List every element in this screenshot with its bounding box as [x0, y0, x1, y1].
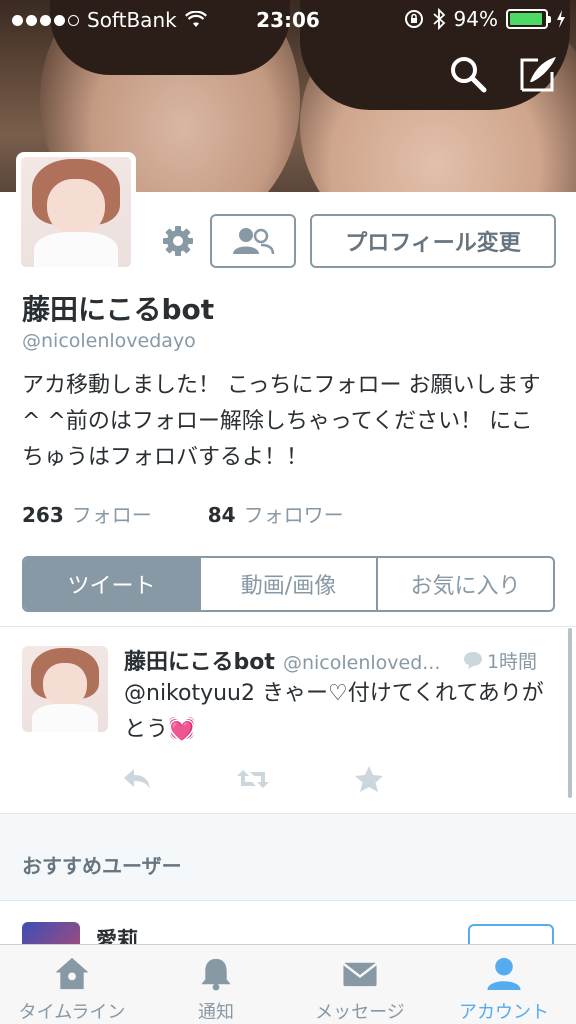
charging-icon	[557, 10, 565, 28]
profile-handle: @nicolenlovedayo	[22, 330, 196, 352]
lists-button[interactable]	[210, 214, 296, 268]
recommended-users-section: おすすめユーザー	[0, 814, 576, 900]
rotation-lock-icon	[404, 10, 423, 28]
retweet-icon[interactable]	[236, 764, 270, 794]
tab-bar-account[interactable]: アカウント	[432, 945, 576, 1024]
avatar-face	[47, 179, 105, 237]
conversation-icon	[463, 652, 482, 669]
battery-icon	[506, 9, 551, 29]
follow-button[interactable]	[468, 924, 554, 946]
envelope-icon	[342, 962, 378, 987]
tweet-author-handle: @nicolenloved...	[282, 652, 441, 674]
edit-profile-button[interactable]: プロフィール変更	[310, 214, 556, 268]
recommended-user-row[interactable]: 愛莉	[0, 900, 576, 946]
tab-media[interactable]: 動画/画像	[201, 558, 378, 610]
followers-label: フォロワー	[243, 503, 344, 527]
avatar-body	[34, 231, 118, 267]
bluetooth-icon	[432, 8, 445, 30]
tweet-text: @nikotyuu2 きゃー♡付けてくれてありがとう💓	[124, 676, 554, 748]
tweet-item[interactable]: 藤田にこるbot @nicolenloved... 1時間 @nikotyuu2…	[0, 626, 576, 814]
search-icon[interactable]	[448, 54, 488, 94]
gear-icon-svg	[163, 226, 193, 256]
tab-bar-label: タイムライン	[18, 1002, 126, 1023]
profile-bio: アカ移動しました！ こっちにフォロー お願いします^ ^前のはフォロー解除しちゃ…	[22, 373, 541, 470]
profile-avatar[interactable]	[16, 152, 136, 272]
tweet-author-name: 藤田にこるbot	[124, 650, 275, 675]
tweet-header: 藤田にこるbot @nicolenloved... 1時間	[124, 644, 564, 676]
profile-actions: プロフィール変更	[160, 214, 556, 268]
profile-tabs: ツイート 動画/画像 お気に入り	[22, 556, 555, 612]
follow-counts: 263 フォロー 84 フォロワー	[22, 499, 344, 528]
scrollbar[interactable]	[568, 628, 572, 798]
sparkling-heart-emoji: 💓	[168, 717, 196, 742]
reply-icon[interactable]	[120, 764, 154, 794]
tweet-time: 1時間	[463, 647, 537, 674]
following-label: フォロー	[71, 503, 152, 527]
recommended-users-title: おすすめユーザー	[22, 854, 182, 878]
person-icon	[487, 957, 521, 991]
avatar-image	[21, 157, 131, 267]
tab-bar-timeline[interactable]: タイムライン	[0, 945, 144, 1024]
home-icon	[55, 957, 89, 990]
tab-bar-notifications[interactable]: 通知	[144, 945, 288, 1024]
tab-bar-label: アカウント	[459, 1002, 549, 1023]
bottom-tab-bar: タイムライン 通知 メッセージ アカウント	[0, 944, 576, 1024]
tweet-actions	[120, 764, 386, 794]
people-icon	[233, 228, 275, 255]
status-bar: SoftBank 23:06 94%	[0, 0, 576, 40]
avatar-image	[22, 646, 108, 732]
favorite-star-icon[interactable]	[352, 764, 386, 794]
tab-bar-label: メッセージ	[315, 1002, 405, 1023]
tweet-avatar[interactable]	[22, 646, 108, 732]
status-right: 94%	[404, 7, 566, 31]
gear-icon[interactable]	[160, 223, 196, 259]
avatar-face	[42, 663, 88, 708]
followers-count: 84	[207, 503, 236, 527]
tweet-time-text: 1時間	[486, 650, 538, 673]
avatar-body	[32, 704, 98, 732]
tab-bar-label: 通知	[198, 1002, 234, 1023]
following-count: 263	[22, 503, 64, 527]
tab-bar-messages[interactable]: メッセージ	[288, 945, 432, 1024]
battery-fill	[510, 13, 542, 25]
recommended-user-name: 愛莉	[96, 928, 138, 946]
following-stat[interactable]: 263 フォロー	[22, 499, 152, 528]
tab-tweets[interactable]: ツイート	[24, 558, 201, 610]
profile-display-name: 藤田にこるbot	[22, 293, 215, 326]
bell-icon	[201, 958, 231, 991]
compose-icon[interactable]	[518, 54, 558, 94]
battery-percent: 94%	[453, 7, 498, 31]
tab-favorites[interactable]: お気に入り	[378, 558, 553, 610]
header-actions	[448, 54, 558, 94]
recommended-user-avatar[interactable]	[22, 922, 80, 946]
followers-stat[interactable]: 84 フォロワー	[208, 499, 344, 528]
